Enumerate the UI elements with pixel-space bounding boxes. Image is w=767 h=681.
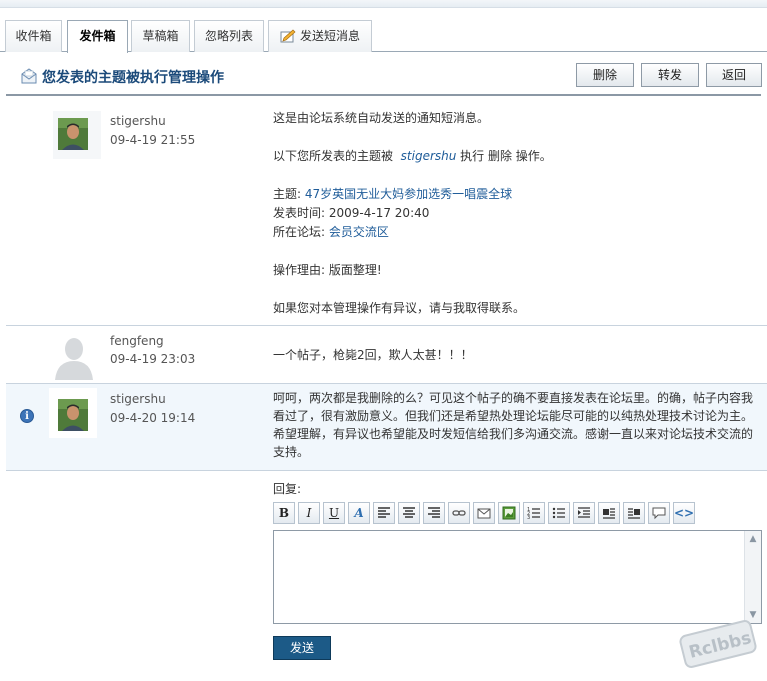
- quote-icon[interactable]: [648, 502, 670, 524]
- op-user-link[interactable]: stigershu: [401, 149, 457, 163]
- code-icon[interactable]: <>: [673, 502, 695, 524]
- info-icon: i: [20, 409, 34, 423]
- sender-name: fengfeng: [110, 334, 164, 348]
- posted-value: 2009-4-17 20:40: [328, 206, 430, 220]
- envelope-icon: [20, 68, 38, 84]
- message-line: 主题: 47岁英国无业大妈参加选秀一唱震全球: [273, 185, 757, 204]
- align-right-icon[interactable]: [423, 502, 445, 524]
- message-line: 如果您对本管理操作有异议，请与我取得联系。: [273, 301, 526, 315]
- page-title: 您发表的主题被执行管理操作: [42, 70, 224, 86]
- folder-tabs: 收件箱 发件箱 草稿箱 忽略列表 发送短消息: [0, 14, 767, 53]
- message-line: 以下您所发表的主题被 stigershu 执行 删除 操作。: [273, 147, 757, 166]
- message-body: 这是由论坛系统自动发送的通知短消息。 以下您所发表的主题被 stigershu …: [273, 109, 757, 318]
- sender-name: stigershu: [110, 114, 166, 128]
- unordered-list-icon[interactable]: [548, 502, 570, 524]
- posted-label: 发表时间:: [273, 206, 326, 220]
- avatar: [49, 388, 97, 438]
- scrollbar[interactable]: ▲ ▼: [744, 531, 761, 623]
- message-line: 操作理由: 版面整理!: [273, 263, 382, 277]
- tab-label: 收件箱: [15, 29, 52, 43]
- op-suffix: 执行 删除 操作。: [460, 149, 552, 163]
- image-icon[interactable]: [498, 502, 520, 524]
- message-header: 您发表的主题被执行管理操作 删除 转发 返回: [6, 58, 762, 96]
- send-button[interactable]: 发送: [273, 636, 331, 660]
- compose-icon: [280, 24, 296, 43]
- float-left-icon[interactable]: [598, 502, 620, 524]
- message-body: 呵呵，两次都是我删除的么？可见这个帖子的确不要直接发表在论坛里。的确，帖子内容我…: [273, 391, 754, 459]
- tab-ignore-list[interactable]: 忽略列表: [194, 20, 264, 52]
- message-item: fengfeng 09-4-19 23:03 一个帖子，枪毙2回，欺人太甚！！！: [6, 326, 767, 384]
- forward-button[interactable]: 转发: [641, 63, 699, 87]
- underline-button[interactable]: U: [323, 502, 345, 524]
- reply-label: 回复:: [273, 482, 302, 496]
- forum-link[interactable]: 会员交流区: [329, 225, 389, 239]
- tab-label: 发件箱: [79, 29, 116, 43]
- tab-label: 发送短消息: [299, 29, 360, 43]
- tab-compose[interactable]: 发送短消息: [268, 20, 372, 52]
- align-left-icon[interactable]: [373, 502, 395, 524]
- message-line: 这是由论坛系统自动发送的通知短消息。: [273, 111, 490, 125]
- forum-label: 所在论坛:: [273, 225, 326, 239]
- delete-button[interactable]: 删除: [576, 63, 634, 87]
- italic-button[interactable]: I: [298, 502, 320, 524]
- align-center-icon[interactable]: [398, 502, 420, 524]
- tab-drafts[interactable]: 草稿箱: [131, 20, 190, 52]
- top-strip: [0, 0, 767, 8]
- tab-inbox[interactable]: 收件箱: [5, 20, 62, 52]
- bold-button[interactable]: B: [273, 502, 295, 524]
- tab-label: 忽略列表: [204, 29, 253, 43]
- svg-text:3: 3: [527, 515, 530, 520]
- op-prefix: 以下您所发表的主题被: [273, 149, 394, 163]
- message-item: stigershu 09-4-19 21:55 这是由论坛系统自动发送的通知短消…: [6, 97, 767, 326]
- message-time: 09-4-19 21:55: [110, 133, 196, 147]
- sender-name: stigershu: [110, 392, 166, 406]
- back-button[interactable]: 返回: [706, 63, 762, 87]
- font-color-icon[interactable]: A: [348, 502, 370, 524]
- topic-link[interactable]: 47岁英国无业大妈参加选秀一唱震全球: [305, 187, 512, 201]
- email-icon[interactable]: [473, 502, 495, 524]
- scroll-up-icon[interactable]: ▲: [747, 532, 759, 546]
- reply-textarea[interactable]: ▲ ▼: [273, 530, 762, 624]
- tab-outbox[interactable]: 发件箱: [67, 20, 128, 53]
- ordered-list-icon[interactable]: 123: [523, 502, 545, 524]
- tab-label: 草稿箱: [142, 29, 179, 43]
- link-icon[interactable]: [448, 502, 470, 524]
- message-time: 09-4-19 23:03: [110, 352, 196, 366]
- avatar: [53, 111, 101, 159]
- default-avatar: [49, 330, 97, 380]
- indent-icon[interactable]: [573, 502, 595, 524]
- message-body: 一个帖子，枪毙2回，欺人太甚！！！: [273, 348, 473, 362]
- message-line: 发表时间: 2009-4-17 20:40: [273, 204, 757, 223]
- message-line: 所在论坛: 会员交流区: [273, 223, 757, 242]
- message-time: 09-4-20 19:14: [110, 411, 196, 425]
- watermark-logo: Rclbbs: [676, 616, 760, 672]
- topic-label: 主题:: [273, 187, 302, 201]
- float-right-icon[interactable]: [623, 502, 645, 524]
- message-item: i stigershu 09-4-20 19:14 呵呵，两次都是我删除的么？可…: [6, 384, 767, 471]
